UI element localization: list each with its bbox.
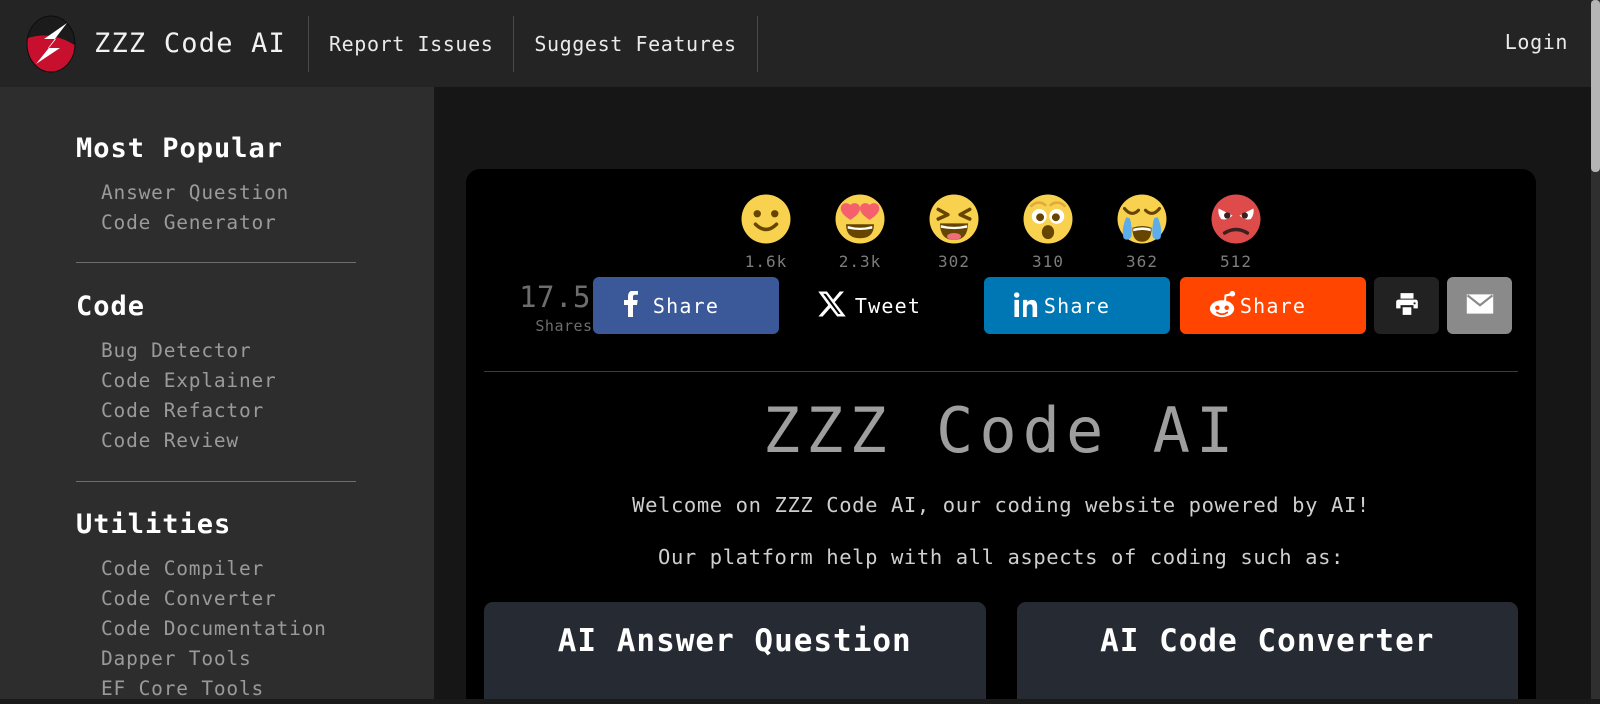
share-bar: 17.5k Shares Share Tweet Share Share (466, 275, 1536, 367)
reaction-count: 302 (938, 252, 970, 271)
printer-icon (1393, 291, 1421, 321)
facebook-icon (623, 289, 638, 321)
hero-line-1: Welcome on ZZZ Code AI, our coding websi… (632, 493, 1370, 517)
reddit-share-label: Share (1239, 293, 1307, 318)
header-nav: Report Issues Suggest Features (308, 15, 758, 72)
hero-card: 1.6k 2.3k 302 310 362 512 17.5k Shares S… (466, 169, 1536, 699)
feature-tiles: AI Answer Question AI Code Converter (466, 602, 1536, 699)
sidebar: Most Popular Answer Question Code Genera… (0, 87, 434, 700)
sidebar-item-answer-question[interactable]: Answer Question (101, 178, 434, 208)
linkedin-icon (1013, 291, 1040, 321)
reaction-bar: 1.6k 2.3k 302 310 362 512 (466, 169, 1536, 271)
sidebar-item-code-refactor[interactable]: Code Refactor (101, 396, 434, 426)
sidebar-item-code-documentation[interactable]: Code Documentation (101, 614, 434, 644)
reaction-count: 362 (1126, 252, 1158, 271)
page-scrollbar-thumb[interactable] (1591, 0, 1600, 172)
facebook-share-label: Share (652, 293, 720, 318)
print-button[interactable] (1374, 277, 1439, 334)
x-twitter-icon (817, 289, 847, 323)
reaction-slightly-smiling[interactable]: 1.6k (736, 191, 796, 271)
nav-divider-3 (756, 15, 758, 72)
slightly-smiling-face-emoji-icon (741, 194, 791, 244)
reaction-count: 2.3k (838, 252, 882, 271)
reaction-laughing-squinting[interactable]: 302 (924, 191, 984, 271)
tile-title: AI Code Converter (1100, 623, 1435, 659)
nav-report-issues[interactable]: Report Issues (309, 32, 513, 56)
reaction-count: 1.6k (744, 252, 788, 271)
sidebar-group-code: Code Bug Detector Code Explainer Code Re… (0, 263, 434, 456)
sidebar-heading-most-popular: Most Popular (76, 133, 284, 164)
card-divider (484, 371, 1518, 372)
sidebar-item-ef-core-tools[interactable]: EF Core Tools (101, 674, 434, 704)
reaction-astonished[interactable]: 310 (1018, 191, 1078, 271)
sidebar-item-code-review[interactable]: Code Review (101, 426, 434, 456)
reaction-angry[interactable]: 512 (1206, 191, 1266, 271)
reaction-crying[interactable]: 362 (1112, 191, 1172, 271)
email-button[interactable] (1447, 277, 1512, 334)
smiling-face-with-hearts-emoji-icon (835, 194, 885, 244)
astonished-face-emoji-icon (1023, 194, 1073, 244)
zzz-bolt-logo-icon (26, 15, 76, 72)
reddit-share-button[interactable]: Share (1180, 277, 1366, 334)
twitter-share-button[interactable]: Tweet (803, 277, 973, 334)
sidebar-item-code-explainer[interactable]: Code Explainer (101, 366, 434, 396)
sidebar-item-code-converter[interactable]: Code Converter (101, 584, 434, 614)
twitter-share-label: Tweet (854, 293, 922, 318)
brand-title: ZZZ Code AI (94, 28, 287, 59)
tile-ai-answer-question[interactable]: AI Answer Question (484, 602, 986, 699)
main-content: 1.6k 2.3k 302 310 362 512 17.5k Shares S… (434, 87, 1600, 699)
sidebar-group-most-popular: Most Popular Answer Question Code Genera… (0, 87, 434, 238)
sidebar-heading-utilities: Utilities (76, 509, 232, 540)
login-link[interactable]: Login (1505, 30, 1568, 54)
brand-logo[interactable] (22, 13, 80, 75)
reaction-count: 310 (1032, 252, 1064, 271)
hero-line-2: Our platform help with all aspects of co… (658, 545, 1344, 569)
tile-title: AI Answer Question (557, 623, 912, 659)
sidebar-item-code-compiler[interactable]: Code Compiler (101, 554, 434, 584)
page-scrollbar-track[interactable] (1591, 0, 1600, 699)
angry-face-emoji-icon (1211, 194, 1261, 244)
tile-ai-code-converter[interactable]: AI Code Converter (1016, 602, 1518, 699)
page-title: ZZZ Code AI (762, 394, 1240, 467)
facebook-share-button[interactable]: Share (593, 277, 779, 334)
linkedin-share-label: Share (1043, 293, 1111, 318)
envelope-icon (1465, 292, 1495, 320)
sidebar-group-utilities: Utilities Code Compiler Code Converter C… (0, 482, 434, 704)
nav-suggest-features[interactable]: Suggest Features (514, 32, 756, 56)
reaction-smiling-with-hearts[interactable]: 2.3k (830, 191, 890, 271)
sidebar-heading-code: Code (76, 291, 146, 322)
crying-face-emoji-icon (1117, 194, 1167, 244)
reaction-count: 512 (1220, 252, 1252, 271)
top-header: ZZZ Code AI Report Issues Suggest Featur… (0, 0, 1600, 87)
sidebar-item-code-generator[interactable]: Code Generator (101, 208, 434, 238)
sidebar-item-bug-detector[interactable]: Bug Detector (101, 336, 434, 366)
laughing-squinting-face-emoji-icon (929, 194, 979, 244)
reddit-icon (1208, 290, 1238, 322)
linkedin-share-button[interactable]: Share (984, 277, 1170, 334)
sidebar-item-dapper-tools[interactable]: Dapper Tools (101, 644, 434, 674)
